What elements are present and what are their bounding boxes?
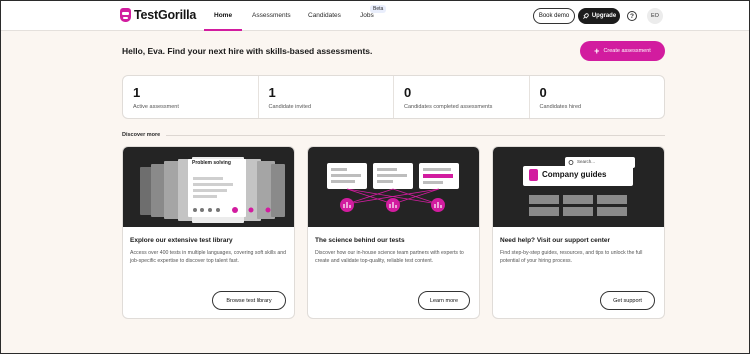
rocket-icon xyxy=(582,12,589,19)
stat-candidates-completed: 0 Candidates completed assessments xyxy=(394,76,530,118)
avatar-initials: EO xyxy=(651,13,659,19)
test-cards-illustration xyxy=(140,157,285,223)
card-description: Access over 400 tests in multiple langua… xyxy=(130,250,286,264)
button-label: Get support xyxy=(613,297,642,304)
card-title: Need help? Visit our support center xyxy=(500,237,611,244)
app-window: TestGorilla Home Assessments Candidates … xyxy=(0,0,750,354)
upgrade-button[interactable]: Upgrade xyxy=(578,8,620,24)
learn-more-button[interactable]: Learn more xyxy=(418,291,470,310)
nav-candidates[interactable]: Candidates xyxy=(308,12,341,19)
card-test-library: Problem solving Explore our extensive te… xyxy=(122,146,295,319)
stat-label: Candidate invited xyxy=(268,104,312,110)
button-label: Browse test library xyxy=(226,297,272,304)
plus-icon: + xyxy=(594,45,600,56)
stat-label: Candidates completed assessments xyxy=(404,104,493,110)
stat-value: 0 xyxy=(539,85,547,100)
divider xyxy=(166,135,665,136)
browse-test-library-button[interactable]: Browse test library xyxy=(212,291,286,310)
upgrade-label: Upgrade xyxy=(591,13,617,19)
stats-panel: 1 Active assessment 1 Candidate invited … xyxy=(122,75,665,119)
create-assessment-label: Create assessment xyxy=(603,48,651,54)
card-description: Find step-by-step guides, resources, and… xyxy=(500,250,643,264)
beta-badge: Beta xyxy=(370,5,387,13)
get-support-button[interactable]: Get support xyxy=(600,291,655,310)
support-illustration: Search... Company guides xyxy=(493,147,664,227)
card-science: The science behind our tests Discover ho… xyxy=(307,146,480,319)
stat-candidates-hired: 0 Candidates hired xyxy=(530,76,665,118)
section-heading: Discover more xyxy=(122,132,161,138)
stat-candidate-invited: 1 Candidate invited xyxy=(259,76,394,118)
card-title: The science behind our tests xyxy=(315,237,405,244)
help-icon[interactable]: ? xyxy=(627,11,637,21)
button-label: Learn more xyxy=(429,297,459,304)
card-support: Search... Company guides Need help? Visi… xyxy=(492,146,665,319)
nav-jobs[interactable]: Jobs xyxy=(360,12,374,19)
stat-label: Candidates hired xyxy=(539,104,582,110)
book-demo-label: Book demo xyxy=(538,13,570,19)
logo[interactable]: TestGorilla xyxy=(120,8,196,22)
stat-label: Active assessment xyxy=(133,104,179,110)
nav-assessments[interactable]: Assessments xyxy=(252,12,291,19)
science-illustration xyxy=(308,147,479,227)
create-assessment-button[interactable]: + Create assessment xyxy=(580,41,665,61)
illustration-label: Problem solving xyxy=(192,160,231,166)
card-title: Explore our extensive test library xyxy=(130,237,233,244)
search-placeholder: Search... xyxy=(577,159,596,164)
gorilla-logo-icon xyxy=(120,8,131,22)
logo-text: TestGorilla xyxy=(134,8,197,22)
stat-value: 1 xyxy=(133,85,141,100)
page-title: Hello, Eva. Find your next hire with ski… xyxy=(122,46,373,56)
book-demo-button[interactable]: Book demo xyxy=(533,8,575,24)
nav-home[interactable]: Home xyxy=(214,12,232,19)
illustration-label: Company guides xyxy=(542,170,607,179)
network-illustration xyxy=(327,163,459,212)
stat-value: 1 xyxy=(268,85,276,100)
stat-active-assessment: 1 Active assessment xyxy=(123,76,259,118)
active-tab-indicator xyxy=(204,29,242,31)
test-library-illustration: Problem solving xyxy=(123,147,294,227)
card-description: Discover how our in-house science team p… xyxy=(315,250,464,264)
avatar[interactable]: EO xyxy=(647,8,663,24)
top-nav: TestGorilla Home Assessments Candidates … xyxy=(1,1,749,31)
stat-value: 0 xyxy=(404,85,412,100)
